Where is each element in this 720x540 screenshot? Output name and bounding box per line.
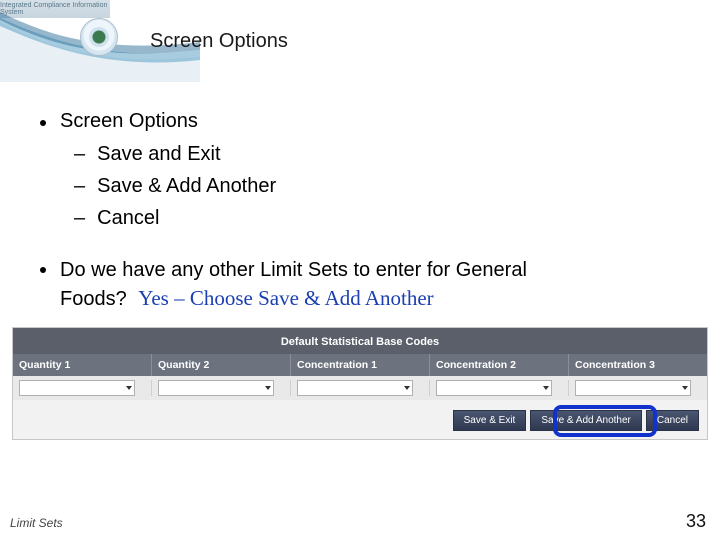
epa-seal-icon (80, 18, 118, 56)
table-input-row (13, 376, 707, 400)
col-header: Concentration 3 (569, 354, 707, 376)
bullet-dot-icon (40, 267, 46, 273)
table-title-row: Default Statistical Base Codes (13, 328, 707, 354)
col-header: Concentration 2 (430, 354, 569, 376)
bullet-sub-text: Save & Add Another (97, 171, 276, 201)
slide-title: Screen Options (150, 30, 288, 53)
table-header-row: Quantity 1 Quantity 2 Concentration 1 Co… (13, 354, 707, 376)
concentration2-select[interactable] (436, 380, 552, 396)
content-area: Screen Options – Save and Exit – Save & … (0, 80, 720, 313)
question-text: Do we have any other Limit Sets to enter… (60, 257, 527, 313)
save-add-another-button[interactable]: Save & Add Another (530, 410, 642, 431)
table-title: Default Statistical Base Codes (281, 336, 439, 348)
dash-icon: – (74, 171, 85, 201)
question-line1: Do we have any other Limit Sets to enter… (60, 259, 527, 281)
col-header: Quantity 1 (13, 354, 152, 376)
quantity2-select[interactable] (158, 380, 274, 396)
col-header: Quantity 2 (152, 354, 291, 376)
dash-icon: – (74, 139, 85, 169)
chevron-down-icon (126, 386, 132, 390)
codes-table: Default Statistical Base Codes Quantity … (12, 327, 708, 440)
button-bar: Save & Exit Save & Add Another Cancel (13, 400, 707, 439)
chevron-down-icon (404, 386, 410, 390)
chevron-down-icon (682, 386, 688, 390)
bullet-sub-text: Cancel (97, 203, 159, 233)
dash-icon: – (74, 203, 85, 233)
concentration3-select[interactable] (575, 380, 691, 396)
bullet-main: Screen Options (40, 110, 680, 133)
question-line2: Foods? (60, 288, 127, 310)
col-header: Concentration 1 (291, 354, 430, 376)
quantity1-select[interactable] (19, 380, 135, 396)
slide-header: Integrated Compliance Information System… (0, 0, 720, 80)
save-exit-button[interactable]: Save & Exit (453, 410, 527, 431)
page-number: 33 (686, 511, 706, 532)
concentration1-select[interactable] (297, 380, 413, 396)
bullet-sub: – Save & Add Another (74, 171, 680, 201)
bullet-sub: – Save and Exit (74, 139, 680, 169)
chevron-down-icon (543, 386, 549, 390)
bullet-sub-text: Save and Exit (97, 139, 220, 169)
question-block: Do we have any other Limit Sets to enter… (40, 257, 680, 313)
bullet-dot-icon (40, 120, 46, 126)
chevron-down-icon (265, 386, 271, 390)
bullet-sub: – Cancel (74, 203, 680, 233)
bullet-main-text: Screen Options (60, 110, 198, 133)
answer-text: Yes – Choose Save & Add Another (138, 286, 433, 310)
cancel-button[interactable]: Cancel (646, 410, 699, 431)
footer-label: Limit Sets (10, 516, 63, 530)
